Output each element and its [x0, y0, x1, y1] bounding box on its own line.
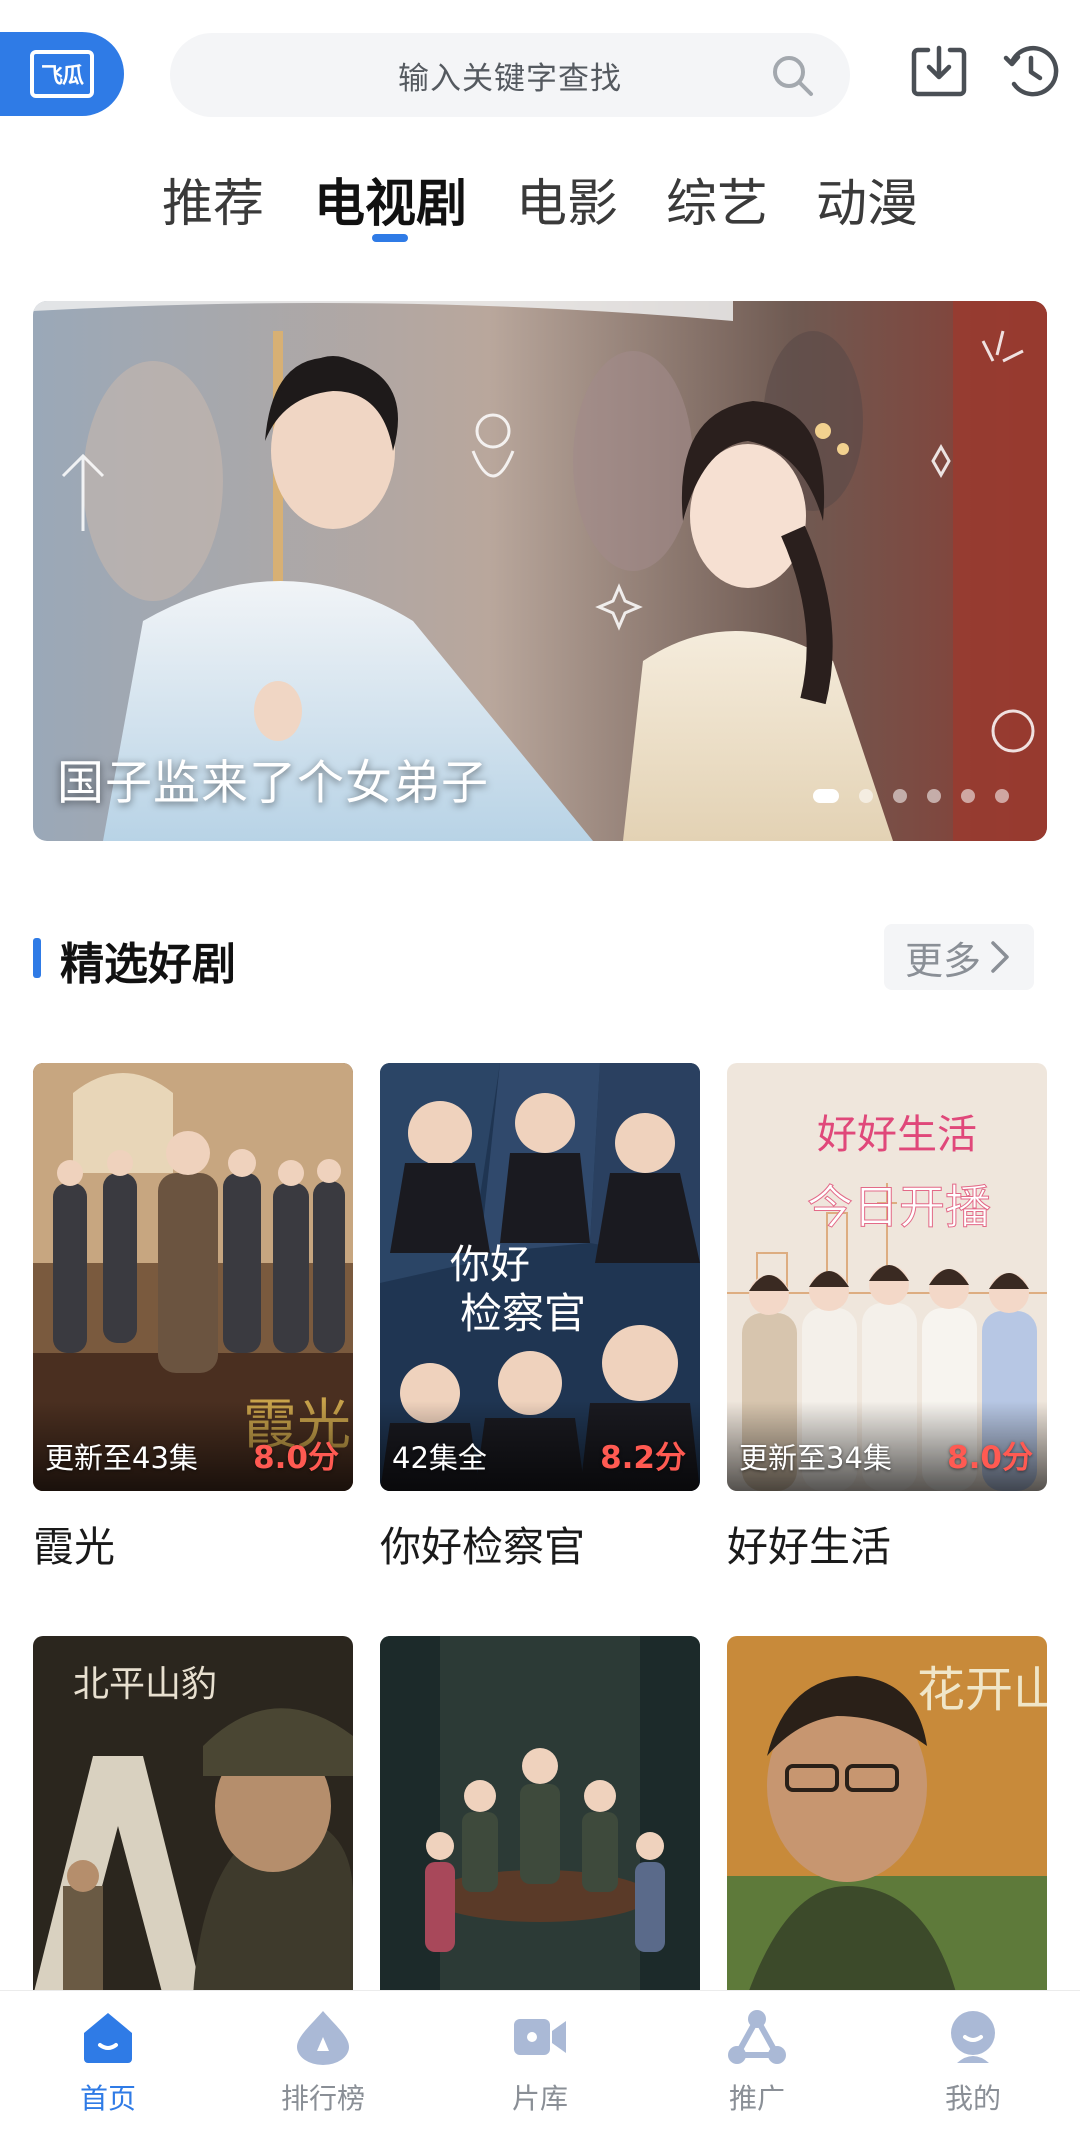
section-title: 精选好剧: [60, 939, 236, 990]
category-tabs: 推荐 电视剧 电影 综艺 动漫: [0, 162, 1080, 242]
show-card[interactable]: 霞光 更新至43集 8.0分 霞光: [33, 1063, 353, 1573]
poster-image: 北平山豹: [33, 1636, 353, 1996]
banner-dot[interactable]: [927, 789, 941, 803]
history-icon[interactable]: [1000, 40, 1062, 102]
show-title[interactable]: 你好检察官: [380, 1513, 700, 1573]
show-card[interactable]: 北平山豹: [33, 1636, 353, 1996]
tab-recommend[interactable]: 推荐: [162, 162, 264, 236]
episode-status: 更新至34集: [739, 1441, 892, 1475]
banner-dot[interactable]: [961, 789, 975, 803]
nav-home[interactable]: 首页: [38, 2007, 178, 2117]
ranking-icon: [297, 2011, 349, 2065]
show-title[interactable]: 好好生活: [727, 1513, 1047, 1573]
show-poster[interactable]: [380, 1636, 700, 1996]
tab-variety[interactable]: 综艺: [666, 162, 768, 236]
show-title[interactable]: 霞光: [33, 1513, 353, 1573]
banner-pagination: [813, 789, 1009, 803]
poster-caption: 花开山乡: [917, 1662, 1047, 1718]
svg-text:检察官: 检察官: [460, 1289, 586, 1338]
svg-text:今日开播: 今日开播: [807, 1180, 991, 1234]
poster-image: 花开山乡: [727, 1636, 1047, 1996]
show-poster[interactable]: 花开山乡: [727, 1636, 1047, 1996]
tab-anime[interactable]: 动漫: [816, 162, 918, 236]
tab-tv-series[interactable]: 电视剧: [314, 162, 467, 236]
banner-title: 国子监来了个女弟子: [57, 756, 489, 811]
svg-text:好好生活: 好好生活: [817, 1112, 977, 1158]
app-logo[interactable]: 飞瓜: [0, 32, 124, 116]
show-card[interactable]: [380, 1636, 700, 1996]
poster-caption: 北平山豹: [73, 1664, 217, 1705]
chevron-right-icon: [991, 941, 1009, 973]
show-score: 8.0分: [947, 1440, 1033, 1476]
tab-movies[interactable]: 电影: [516, 162, 618, 236]
nav-label: 片库: [511, 2082, 568, 2115]
section-accent-bar: [33, 938, 41, 978]
show-card[interactable]: 花开山乡: [727, 1636, 1047, 1996]
featured-banner[interactable]: 国子监来了个女弟子: [33, 301, 1047, 841]
download-icon[interactable]: [908, 40, 970, 102]
banner-dot[interactable]: [893, 789, 907, 803]
episode-status: 42集全: [392, 1441, 487, 1475]
search-bar[interactable]: 输入关键字查找: [170, 33, 850, 117]
banner-dot[interactable]: [995, 789, 1009, 803]
show-poster[interactable]: 好好生活 今日开播 更新至34集 8.0分: [727, 1063, 1047, 1491]
nav-label: 排行榜: [280, 2082, 365, 2115]
active-tab-indicator: [372, 234, 408, 242]
nav-promote[interactable]: 推广: [687, 2007, 827, 2117]
nav-library[interactable]: 片库: [470, 2007, 610, 2117]
nav-label: 我的: [944, 2082, 1001, 2115]
show-card[interactable]: 你好 检察官 42集全 8.2分 你好检察官: [380, 1063, 700, 1573]
banner-dot[interactable]: [859, 789, 873, 803]
show-score: 8.2分: [600, 1440, 686, 1476]
app-logo-text: 飞瓜: [30, 50, 94, 98]
show-poster[interactable]: 霞光 更新至43集 8.0分: [33, 1063, 353, 1491]
profile-icon: [951, 2011, 995, 2063]
show-poster[interactable]: 你好 检察官 42集全 8.2分: [380, 1063, 700, 1491]
more-button[interactable]: 更多: [884, 924, 1034, 990]
search-placeholder: 输入关键字查找: [398, 60, 622, 97]
nav-ranking[interactable]: 排行榜: [253, 2007, 393, 2117]
more-label: 更多: [904, 938, 981, 983]
svg-text:你好: 你好: [450, 1242, 530, 1288]
nav-label: 推广: [728, 2082, 785, 2115]
home-icon: [84, 2013, 132, 2063]
banner-dot[interactable]: [813, 789, 839, 803]
video-library-icon: [514, 2019, 566, 2055]
nav-profile[interactable]: 我的: [903, 2007, 1043, 2117]
poster-image: [380, 1636, 700, 1996]
show-score: 8.0分: [253, 1440, 339, 1476]
nav-label: 首页: [79, 2082, 136, 2115]
bottom-navigation: 首页 排行榜 片库 推广 我的: [0, 1990, 1080, 2150]
share-icon: [728, 2010, 786, 2064]
show-poster[interactable]: 北平山豹: [33, 1636, 353, 1996]
episode-status: 更新至43集: [45, 1441, 198, 1475]
search-icon[interactable]: [770, 53, 814, 97]
show-card[interactable]: 好好生活 今日开播 更新至34集 8.0分 好好生活: [727, 1063, 1047, 1573]
